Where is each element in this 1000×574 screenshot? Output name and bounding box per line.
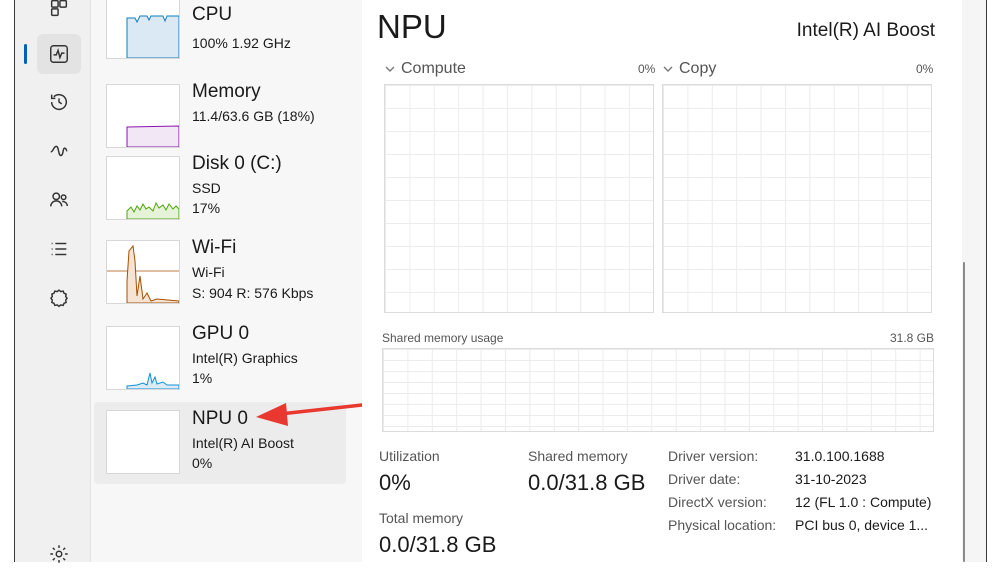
nav-users-button[interactable] <box>37 180 81 220</box>
page-title: NPU <box>377 8 447 45</box>
perf-item-detail: Wi-Fi <box>192 264 225 280</box>
vertical-scrollbar[interactable] <box>963 262 965 562</box>
nav-app-history-button[interactable] <box>37 82 81 122</box>
engine-label: Compute <box>401 60 466 77</box>
apps-icon <box>50 0 68 17</box>
shared-memory-usage-graph <box>382 348 934 432</box>
nav-services-button[interactable] <box>37 278 81 318</box>
physical-location-value: PCI bus 0, device 1... <box>795 517 929 533</box>
cpu-thumbnail-graph <box>106 0 180 59</box>
copy-engine-selector[interactable]: Copy <box>662 60 716 78</box>
nav-processes-button[interactable] <box>37 0 81 28</box>
directx-version-label: DirectX version: <box>668 494 767 510</box>
annotation-arrow-icon <box>256 403 364 426</box>
performance-icon <box>50 45 68 63</box>
perf-item-detail: 1% <box>192 370 213 386</box>
perf-item-name: CPU <box>192 4 233 25</box>
nav-settings-button[interactable] <box>37 534 81 574</box>
nav-startup-apps-button[interactable] <box>37 130 81 170</box>
perf-item-name: Disk 0 (C:) <box>192 153 282 174</box>
compute-percent: 0% <box>638 62 656 76</box>
wifi-thumbnail-graph <box>106 240 180 304</box>
device-name: Intel(R) AI Boost <box>796 20 935 41</box>
details-icon <box>51 242 67 256</box>
directx-version-value: 12 (FL 1.0 : Compute) <box>795 494 932 510</box>
shared-memory-usage-max: 31.8 GB <box>889 331 934 345</box>
gpu-thumbnail-graph <box>106 326 180 390</box>
perf-item-detail: Intel(R) AI Boost <box>192 435 294 451</box>
perf-item-gpu[interactable]: GPU 0 Intel(R) Graphics 1% <box>94 323 346 408</box>
driver-date-label: Driver date: <box>668 471 741 487</box>
disk-thumbnail-graph <box>106 156 180 220</box>
copy-percent: 0% <box>916 62 934 76</box>
startup-apps-icon <box>50 145 68 157</box>
perf-item-name: Wi-Fi <box>192 237 237 258</box>
perf-item-detail: 100% 1.92 GHz <box>192 35 291 51</box>
perf-item-name: Memory <box>192 81 261 102</box>
nav-details-button[interactable] <box>37 229 81 269</box>
perf-item-name: NPU 0 <box>192 408 248 429</box>
navigation-rail <box>15 0 91 563</box>
perf-item-wifi[interactable]: Wi-Fi Wi-Fi S: 904 R: 576 Kbps <box>94 237 346 322</box>
driver-date-value: 31-10-2023 <box>795 471 867 487</box>
compute-engine-selector[interactable]: Compute <box>384 60 466 78</box>
driver-version-label: Driver version: <box>668 448 759 464</box>
shared-memory-value: 0.0/31.8 GB <box>528 470 646 495</box>
npu-thumbnail-graph <box>106 410 180 474</box>
app-history-icon <box>50 94 68 111</box>
services-icon <box>50 289 68 308</box>
perf-item-detail: Intel(R) Graphics <box>192 350 298 366</box>
npu-detail-pane: NPU Intel(R) AI Boost Compute 0% Copy 0%… <box>362 0 962 562</box>
performance-list: CPU 100% 1.92 GHz Memory 11.4/63.6 GB (1… <box>91 0 361 562</box>
utilization-label: Utilization <box>379 448 440 464</box>
physical-location-label: Physical location: <box>668 517 777 533</box>
driver-version-value: 31.0.100.1688 <box>795 448 885 464</box>
memory-thumbnail-graph <box>106 84 180 148</box>
total-memory-label: Total memory <box>379 510 464 526</box>
total-memory-value: 0.0/31.8 GB <box>379 532 497 557</box>
copy-graph <box>662 84 932 313</box>
perf-item-detail: 0% <box>192 455 213 471</box>
perf-item-name: GPU 0 <box>192 323 250 344</box>
perf-item-detail: S: 904 R: 576 Kbps <box>192 285 314 301</box>
perf-item-cpu[interactable]: CPU 100% 1.92 GHz <box>94 0 346 89</box>
chevron-down-icon <box>663 66 673 72</box>
perf-item-detail: SSD <box>192 180 221 196</box>
perf-item-disk[interactable]: Disk 0 (C:) SSD 17% <box>94 153 346 238</box>
compute-graph <box>384 84 654 313</box>
users-icon <box>50 192 68 207</box>
chevron-down-icon <box>385 66 395 72</box>
nav-performance-button[interactable] <box>24 34 81 74</box>
engine-label: Copy <box>679 60 717 77</box>
utilization-value: 0% <box>379 470 411 495</box>
perf-item-detail: 11.4/63.6 GB (18%) <box>192 108 315 124</box>
shared-memory-usage-label: Shared memory usage <box>382 331 504 345</box>
shared-memory-label: Shared memory <box>528 448 628 464</box>
perf-item-detail: 17% <box>192 200 221 216</box>
